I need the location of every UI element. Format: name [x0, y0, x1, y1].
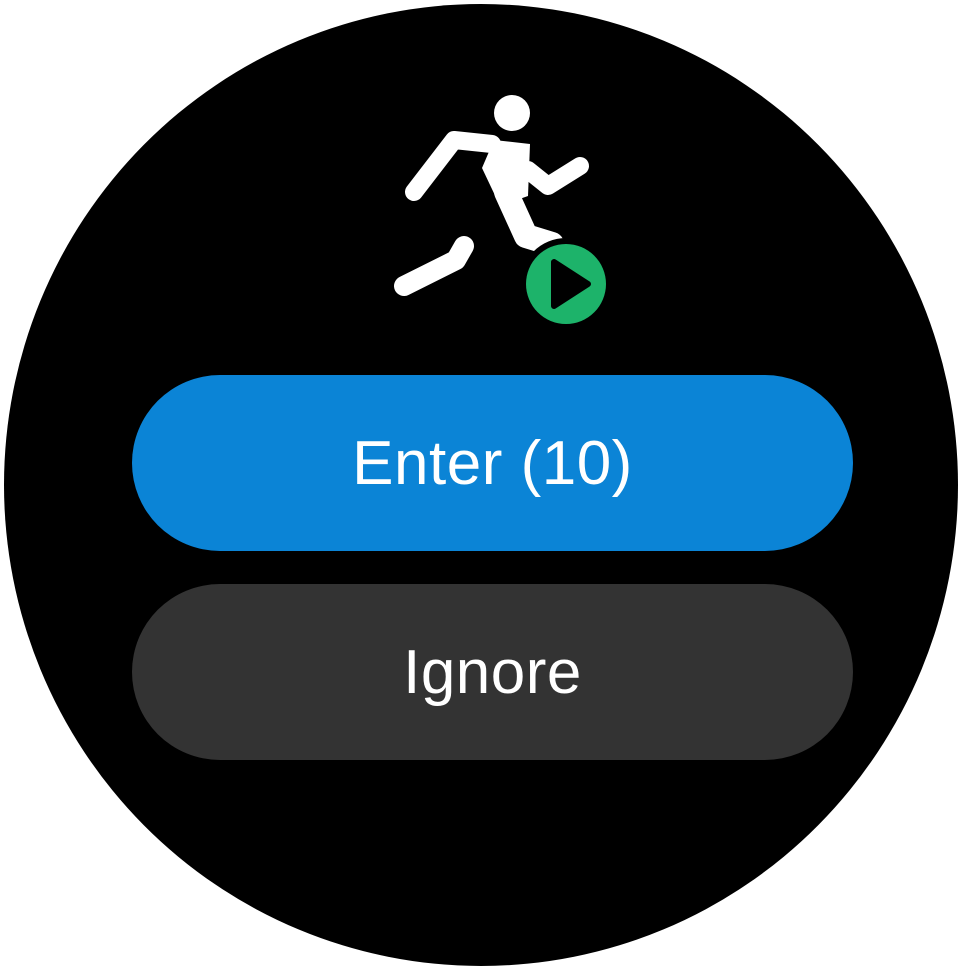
ignore-button-label: Ignore	[403, 637, 582, 707]
enter-button-label: Enter (10)	[352, 428, 633, 498]
enter-button[interactable]: Enter (10)	[132, 375, 853, 551]
ignore-button[interactable]: Ignore	[132, 584, 853, 760]
watch-screen: Enter (10) Ignore	[4, 4, 958, 966]
running-workout-icon	[382, 88, 622, 338]
runner-icon	[394, 95, 612, 330]
